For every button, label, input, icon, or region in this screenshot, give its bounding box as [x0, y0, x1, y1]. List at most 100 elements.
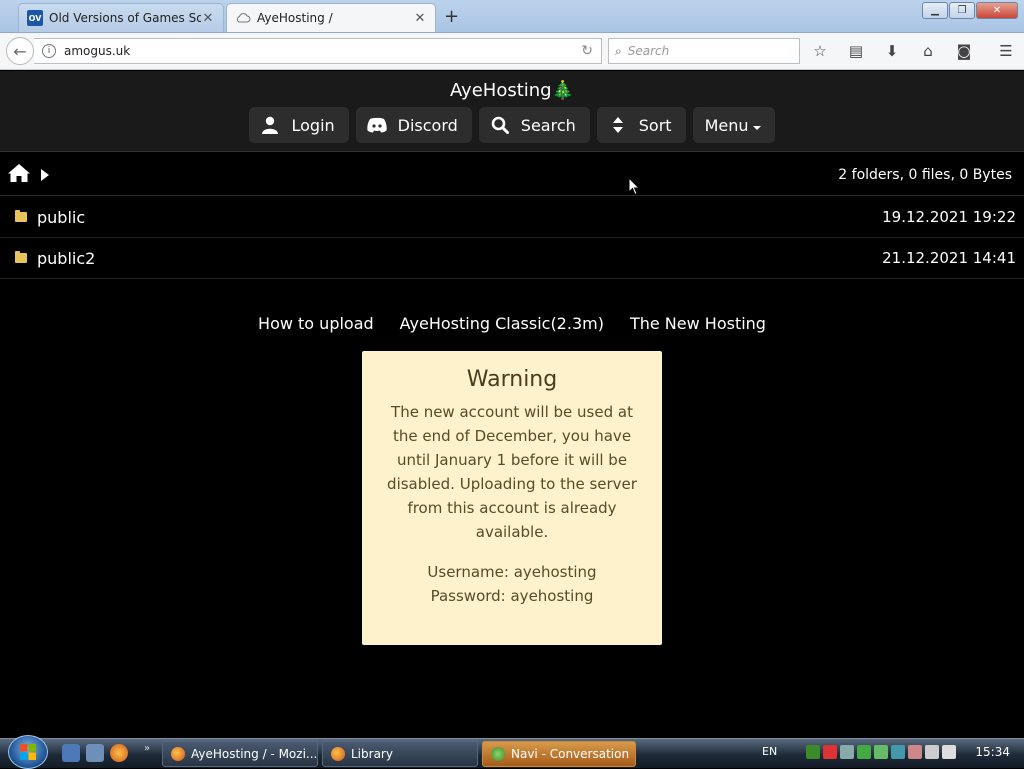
menu-label: Menu [704, 115, 749, 135]
browser-tab-ayehosting[interactable]: AyeHosting / ✕ [226, 3, 436, 32]
site-title[interactable]: AyeHosting🎄 [0, 80, 1024, 101]
toolbar-icons: ☆ ▤ ⬇ ⌂ ◙ ☰ [810, 40, 1016, 62]
ov-site-icon: OV [27, 10, 43, 26]
folder-name[interactable]: public [37, 208, 85, 227]
breadcrumb: 2 folders, 0 files, 0 Bytes [0, 153, 1024, 196]
discord-icon [366, 117, 388, 133]
taskbar-window-label: Library [351, 747, 393, 761]
taskbar-window-navi[interactable]: Navi - Conversation [482, 741, 636, 767]
reload-icon[interactable]: ↻ [581, 43, 593, 59]
tray-app-icon[interactable] [823, 745, 837, 759]
pocket-icon[interactable]: ◙ [954, 40, 974, 62]
header-buttons: Login Discord Search Sort Menu [0, 107, 1024, 143]
new-tab-button[interactable]: + [444, 6, 459, 27]
home-icon[interactable] [7, 163, 31, 187]
search-placeholder: Search [627, 44, 670, 58]
network-icon[interactable] [925, 745, 939, 759]
hamburger-menu-icon[interactable]: ☰ [996, 40, 1016, 62]
footer-links: How to upload AyeHosting Classic(2.3m) T… [0, 314, 1024, 333]
taskbar-window-library[interactable]: Library [322, 741, 478, 767]
url-bar[interactable]: i amogus.uk ↻ [34, 38, 602, 64]
show-desktop-icon[interactable] [62, 744, 80, 762]
new-hosting-link[interactable]: The New Hosting [630, 314, 766, 333]
url-text[interactable]: amogus.uk [64, 44, 130, 58]
browser-tab-oldversions[interactable]: OV Old Versions of Games Soft... ✕ [18, 3, 224, 32]
taskbar-window-firefox[interactable]: AyeHosting / - Mozi... [162, 741, 318, 767]
system-tray [806, 745, 956, 759]
download-icon[interactable]: ⬇ [882, 40, 902, 62]
login-label: Login [291, 115, 335, 135]
tray-app-icon[interactable] [840, 745, 854, 759]
home-icon[interactable]: ⌂ [918, 40, 938, 62]
language-indicator[interactable]: EN [762, 745, 777, 758]
tray-app-icon[interactable] [857, 745, 871, 759]
folder-row[interactable]: public2 21.12.2021 14:41 [0, 238, 1024, 279]
minimize-button[interactable]: ▁ [922, 2, 948, 19]
restore-button[interactable]: ❐ [949, 2, 975, 19]
quick-launch-expand-icon[interactable]: » [144, 743, 150, 754]
caret-down-icon [752, 116, 761, 135]
sort-button[interactable]: Sort [596, 107, 686, 143]
switch-windows-icon[interactable] [86, 744, 104, 762]
tray-app-icon[interactable] [806, 745, 820, 759]
tray-app-icon[interactable] [908, 745, 922, 759]
tab-title: Old Versions of Games Soft... [49, 11, 201, 25]
folder-row[interactable]: public 19.12.2021 19:22 [0, 197, 1024, 238]
username-text: Username: ayehosting [427, 563, 597, 581]
sort-label: Sort [638, 115, 672, 135]
search-button[interactable]: Search [478, 107, 590, 143]
reading-list-icon[interactable]: ▤ [846, 40, 866, 62]
login-button[interactable]: Login [249, 107, 349, 143]
site-header: AyeHosting🎄 Login Discord Search Sort Me… [0, 71, 1024, 152]
firefox-icon [331, 747, 345, 761]
cloud-icon [235, 10, 251, 26]
tab-title: AyeHosting / [257, 11, 333, 25]
password-text: Password: ayehosting [430, 587, 594, 605]
close-icon[interactable]: ✕ [201, 11, 215, 26]
ayehosting-classic-link[interactable]: AyeHosting Classic(2.3m) [400, 314, 604, 333]
browser-nav-bar: ← i amogus.uk ↻ ⌕ Search ☆ ▤ ⬇ ⌂ ◙ ☰ [0, 33, 1024, 70]
arrow-left-icon: ← [13, 41, 27, 61]
windows-logo-icon [20, 744, 36, 760]
taskbar-window-label: Navi - Conversation [511, 747, 630, 761]
info-icon[interactable]: i [42, 44, 56, 58]
tray-app-icon[interactable] [891, 745, 905, 759]
clock[interactable]: 15:34 [975, 745, 1010, 759]
tree-icon: 🎄 [551, 80, 575, 101]
firefox-icon[interactable] [110, 744, 128, 762]
close-window-button[interactable]: ✕ [976, 2, 1018, 19]
browser-search-input[interactable]: ⌕ Search [608, 38, 800, 64]
folder-name[interactable]: public2 [37, 249, 95, 268]
browser-tab-bar: OV Old Versions of Games Soft... ✕ AyeHo… [0, 0, 1024, 33]
navi-icon [491, 747, 505, 761]
back-button[interactable]: ← [6, 37, 34, 65]
folder-summary: 2 folders, 0 files, 0 Bytes [838, 167, 1012, 183]
window-controls: ▁ ❐ ✕ [922, 2, 1018, 19]
how-to-upload-link[interactable]: How to upload [258, 314, 374, 333]
search-label: Search [520, 115, 576, 135]
taskbar-window-label: AyeHosting / - Mozi... [191, 747, 318, 761]
volume-icon[interactable] [942, 745, 956, 759]
firefox-icon [171, 747, 185, 761]
discord-button[interactable]: Discord [355, 107, 472, 143]
close-icon[interactable]: ✕ [413, 11, 427, 26]
folder-date: 21.12.2021 14:41 [882, 249, 1016, 267]
bookmark-star-icon[interactable]: ☆ [810, 40, 830, 62]
folder-icon [15, 251, 27, 263]
folder-date: 19.12.2021 19:22 [882, 208, 1016, 226]
taskbar: » AyeHosting / - Mozi... Library Navi - … [0, 735, 1024, 769]
chevron-right-icon[interactable] [41, 169, 49, 181]
warning-box: Warning The new account will be used at … [362, 351, 662, 645]
folder-icon [15, 210, 27, 222]
web-page: AyeHosting🎄 Login Discord Search Sort Me… [0, 71, 1024, 738]
menu-dropdown-button[interactable]: Menu [692, 107, 775, 143]
credentials: Username: ayehosting Password: ayehostin… [378, 560, 646, 608]
warning-body: The new account will be used at the end … [387, 403, 637, 541]
discord-label: Discord [397, 115, 458, 135]
mouse-cursor-icon [628, 176, 641, 200]
user-icon [259, 116, 281, 134]
site-title-text: AyeHosting [449, 80, 552, 101]
tray-app-icon[interactable] [874, 745, 888, 759]
start-button[interactable] [8, 735, 48, 769]
quick-launch [62, 744, 128, 762]
